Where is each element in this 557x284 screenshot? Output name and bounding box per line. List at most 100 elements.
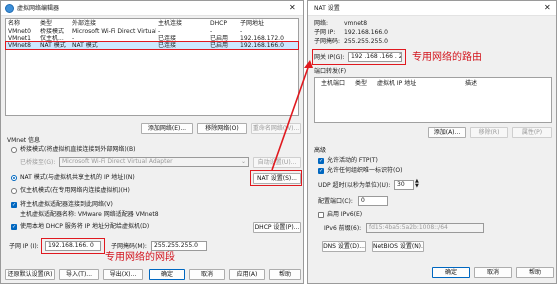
- allow-ftp-checkbox[interactable]: ✓: [318, 158, 324, 164]
- apply-button[interactable]: 应用(A): [229, 269, 265, 280]
- config-port-label: 配置端口(C):: [318, 198, 353, 205]
- export-button[interactable]: 导出(X)...: [103, 269, 143, 280]
- bridged-to-value: Microsoft Wi-Fi Direct Virtual Adapter: [62, 158, 173, 165]
- table-row-selected[interactable]: VMnet8 NAT 模式 NAT 模式 已连接 已启用 192.168.166…: [5, 41, 299, 50]
- add-network-button[interactable]: 添加网络(E)...: [141, 123, 193, 134]
- table-cell: -: [210, 28, 213, 35]
- udp-timeout-input[interactable]: 30: [394, 180, 414, 190]
- subnet-ip-highlight: [41, 238, 105, 254]
- nat-title-bar: NAT 设置 ✕: [308, 1, 556, 16]
- vmware-icon: [5, 4, 14, 13]
- window-title: 虚拟网络编辑器: [17, 5, 60, 12]
- network-label: 网络:: [314, 20, 329, 27]
- pf-header[interactable]: 主机端口: [321, 80, 345, 88]
- subnet-ip-label: 子网 IP (I):: [9, 243, 39, 250]
- adapter-name-label: 主机虚拟适配器名称: VMware 网络适配器 VMnet8: [20, 211, 159, 218]
- dhcp-settings-button[interactable]: DHCP 设置(P)...: [253, 222, 301, 233]
- column-header[interactable]: 子网地址: [238, 19, 298, 28]
- table-cell: 已连接: [158, 42, 177, 49]
- port-forward-title: 端口转发(F): [314, 68, 347, 75]
- table-cell: NAT 模式: [72, 42, 98, 49]
- allow-ftp-label: 允许活动的 FTP(T): [327, 157, 378, 164]
- remove-network-button[interactable]: 移除网络(O): [197, 123, 247, 134]
- allow-oui-checkbox[interactable]: ✓: [318, 168, 324, 174]
- table-cell: -: [158, 28, 161, 35]
- nat-window-title: NAT 设置: [314, 5, 340, 12]
- help-button[interactable]: 帮助: [269, 269, 301, 280]
- table-row[interactable]: VMnet1 仅主机... - 已连接 已启用 192.168.172.0: [6, 35, 298, 42]
- table-cell: -: [240, 28, 243, 35]
- enable-ipv6-label: 启用 IPv6(E): [327, 211, 363, 218]
- hostonly-label: 仅主机模式(在专用网络内连接虚拟机)(H): [20, 187, 130, 194]
- netbios-settings-button[interactable]: NetBIOS 设置(N)...: [372, 241, 424, 252]
- nat-ok-button[interactable]: 确定: [432, 267, 470, 278]
- config-port-input[interactable]: 0: [358, 196, 388, 206]
- import-button[interactable]: 导入(T)...: [59, 269, 99, 280]
- advanced-title: 高级: [314, 147, 327, 154]
- spinner-icon[interactable]: ▲ ▼: [415, 179, 419, 189]
- pf-header[interactable]: 类型: [355, 80, 367, 88]
- close-icon[interactable]: ✕: [289, 3, 296, 13]
- subnet-mask-label: 子网掩码(M):: [111, 243, 147, 250]
- gateway-annotation: 专用网络的路由: [412, 52, 482, 63]
- column-header[interactable]: 名称: [6, 19, 38, 28]
- ipv6-prefix-input[interactable]: fd15:4ba5:5a2b:1008::/64: [366, 223, 484, 233]
- connect-adapter-checkbox[interactable]: ✓: [11, 202, 17, 208]
- allow-oui-label: 允许任何组织唯一标识符(O): [327, 167, 403, 174]
- dhcp-checkbox[interactable]: ✓: [11, 224, 17, 230]
- ipv6-prefix-label: IPv6 前缀(6):: [324, 225, 362, 232]
- table-cell: 已连接: [158, 35, 177, 42]
- network-value: vmnet8: [344, 20, 368, 27]
- table-cell: 192.168.172.0: [240, 35, 284, 42]
- nat-settings-window: NAT 设置 ✕ 网络: vmnet8 子网 IP: 192.168.166.0…: [307, 0, 557, 284]
- restore-defaults-button[interactable]: 还原默认设置(R): [5, 269, 55, 280]
- nat-subnet-mask-value: 255.255.255.0: [344, 38, 388, 45]
- dhcp-label: 使用本地 DHCP 服务将 IP 地址分配给虚拟机(D): [20, 223, 150, 230]
- bridged-label: 桥接模式(将虚拟机直接连接到外部网络)(B): [20, 146, 136, 153]
- table-cell: VMnet8: [8, 42, 31, 49]
- column-header[interactable]: DHCP: [208, 19, 238, 28]
- nat-cancel-button[interactable]: 取消: [474, 267, 512, 278]
- table-cell: NAT 模式: [40, 42, 66, 49]
- nat-help-button[interactable]: 帮助: [516, 267, 554, 278]
- table-row[interactable]: VMnet0 桥接模式 Microsoft Wi-Fi Direct Virtu…: [6, 28, 298, 35]
- nat-settings-highlight: [250, 170, 302, 186]
- column-header[interactable]: 主机连接: [156, 19, 208, 28]
- pf-header[interactable]: 虚拟机 IP 地址: [377, 80, 416, 88]
- column-header[interactable]: 类型: [38, 19, 70, 28]
- column-header[interactable]: 外部连接: [70, 19, 156, 28]
- nat-subnet-ip-value: 192.168.166.0: [344, 29, 388, 36]
- dns-settings-button[interactable]: DNS 设置(D)...: [322, 241, 366, 252]
- nat-subnet-ip-label: 子网 IP:: [314, 29, 336, 36]
- enable-ipv6-checkbox[interactable]: [318, 212, 324, 218]
- vmnet-info-title: VMnet 信息: [7, 137, 41, 144]
- title-bar: 虚拟网络编辑器 ✕: [1, 1, 303, 16]
- port-forward-table: 主机端口 类型 虚拟机 IP 地址 描述: [314, 77, 552, 123]
- pf-header[interactable]: 描述: [465, 80, 477, 88]
- chevron-down-icon: ⌄: [240, 158, 246, 165]
- gateway-highlight: [312, 49, 406, 65]
- table-cell: Microsoft Wi-Fi Direct Virtual A...: [72, 28, 156, 35]
- table-cell: -: [72, 35, 75, 42]
- table-cell: 已启用: [210, 42, 229, 49]
- table-cell: 已启用: [210, 35, 229, 42]
- table-cell: VMnet0: [8, 28, 31, 35]
- virtual-network-editor-window: 虚拟网络编辑器 ✕ 名称 类型 外部连接 主机连接 DHCP 子网地址 VMne…: [0, 0, 304, 284]
- subnet-mask-input[interactable]: 255.255.255.0: [151, 241, 207, 251]
- cancel-button[interactable]: 取消: [189, 269, 225, 280]
- hostonly-radio[interactable]: [11, 188, 17, 194]
- nat-label: NAT 模式(与虚拟机共享主机的 IP 地址)(N): [20, 174, 135, 181]
- table-cell: VMnet1: [8, 35, 31, 42]
- table-cell: 仅主机...: [40, 35, 64, 42]
- pf-properties-button[interactable]: 属性(P): [512, 127, 552, 138]
- rename-network-button[interactable]: 重命名网络(W)...: [251, 123, 301, 134]
- auto-settings-button[interactable]: 自动设置(U)...: [253, 157, 301, 168]
- udp-timeout-label: UDP 超时(以秒为单位)(U):: [318, 182, 391, 189]
- pf-remove-button[interactable]: 移除(R): [470, 127, 508, 138]
- pf-add-button[interactable]: 添加(A)...: [428, 127, 466, 138]
- ok-button[interactable]: 确定: [149, 269, 185, 280]
- bridged-radio[interactable]: [11, 147, 17, 153]
- bridged-to-select[interactable]: Microsoft Wi-Fi Direct Virtual Adapter ⌄: [59, 157, 249, 167]
- close-icon[interactable]: ✕: [544, 3, 551, 13]
- nat-radio[interactable]: [11, 175, 17, 181]
